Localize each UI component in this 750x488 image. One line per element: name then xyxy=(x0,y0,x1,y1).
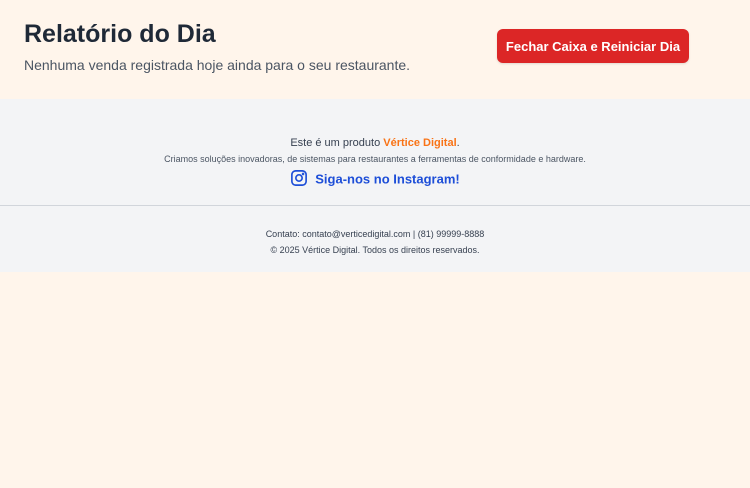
instagram-icon xyxy=(290,169,308,187)
report-header: Relatório do Dia Nenhuma venda registrad… xyxy=(0,0,750,99)
product-credit: Este é um produto Vértice Digital. xyxy=(0,136,750,150)
product-prefix: Este é um produto xyxy=(290,137,384,149)
instagram-label: Siga-nos no Instagram! xyxy=(315,171,460,187)
instagram-link[interactable]: Siga-nos no Instagram! xyxy=(0,169,750,190)
close-register-button[interactable]: Fechar Caixa e Reiniciar Dia xyxy=(497,29,689,63)
product-suffix: . xyxy=(456,137,460,149)
copyright-notice: © 2025 Vértice Digital. Todos os direito… xyxy=(270,245,480,255)
page-subtitle: Nenhuma venda registrada hoje ainda para… xyxy=(24,57,411,73)
brand-name: Vértice Digital xyxy=(383,137,457,149)
contact-info: Contato: contato@verticedigital.com | (8… xyxy=(265,229,485,239)
footer: Este é um produto Vértice Digital. Criam… xyxy=(0,99,750,272)
company-tagline: Criamos soluções inovadoras, de sistemas… xyxy=(164,154,586,164)
page-title: Relatório do Dia xyxy=(24,20,216,48)
footer-divider xyxy=(0,205,750,206)
page: Relatório do Dia Nenhuma venda registrad… xyxy=(0,0,750,488)
